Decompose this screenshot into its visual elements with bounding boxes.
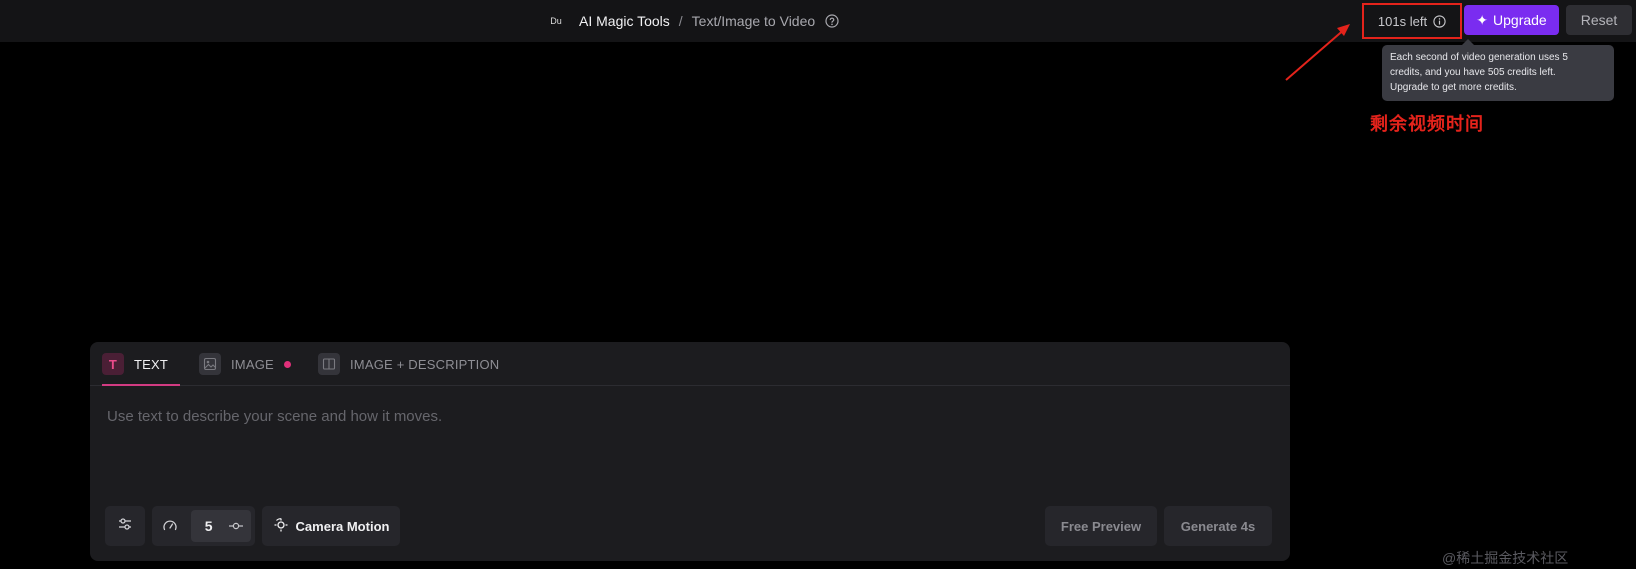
generate-button[interactable]: Generate 4s — [1164, 506, 1272, 546]
tab-image-description[interactable]: IMAGE + DESCRIPTION — [318, 342, 499, 386]
split-layout-icon — [318, 353, 340, 375]
tab-label: IMAGE — [231, 356, 274, 372]
tab-image[interactable]: IMAGE — [199, 342, 291, 386]
camera-motion-icon — [273, 517, 289, 536]
camera-motion-label: Camera Motion — [295, 518, 390, 534]
free-preview-button[interactable]: Free Preview — [1045, 506, 1157, 546]
speed-value: 5 — [204, 518, 213, 534]
app-logo: Du — [550, 16, 562, 26]
breadcrumb-current-page: Text/Image to Video — [691, 13, 816, 29]
sliders-icon — [117, 516, 133, 537]
slider-handle-icon[interactable] — [229, 518, 243, 534]
motion-speed-control: 5 — [152, 506, 255, 546]
breadcrumb-root-link[interactable]: AI Magic Tools — [579, 13, 670, 29]
prompt-input[interactable] — [107, 404, 1267, 428]
help-icon[interactable] — [825, 14, 839, 28]
watermark: @稀土掘金技术社区 — [1442, 550, 1569, 566]
tooltip-line: Upgrade to get more credits. — [1390, 82, 1517, 93]
tab-label: TEXT — [134, 356, 169, 372]
tab-text[interactable]: T TEXT — [102, 342, 168, 386]
mode-tabs: T TEXT IMAGE IMAGE + DESCRIPTION — [90, 342, 1290, 386]
breadcrumb: Du AI Magic Tools / Text/Image to Video — [547, 0, 839, 42]
tab-label: IMAGE + DESCRIPTION — [350, 356, 500, 372]
reset-button[interactable]: Reset — [1566, 5, 1632, 35]
prompt-panel: T TEXT IMAGE IMAGE + DESCRIPTION 5 — [90, 342, 1290, 561]
speedometer-icon[interactable] — [156, 511, 185, 541]
tooltip-line: Each second of video generation uses 5 — [1390, 52, 1568, 63]
credits-remaining[interactable]: 101s left — [1362, 3, 1462, 39]
annotation-label: 剩余视频时间 — [1370, 114, 1484, 134]
upgrade-button[interactable]: ✦ Upgrade — [1464, 5, 1559, 35]
credits-label: 101s left — [1377, 13, 1428, 29]
active-tab-indicator — [102, 384, 180, 386]
speed-value-input[interactable]: 5 — [190, 510, 251, 542]
top-bar: Du AI Magic Tools / Text/Image to Video … — [0, 0, 1636, 42]
breadcrumb-separator: / — [678, 13, 683, 29]
image-icon — [199, 353, 221, 375]
info-icon[interactable] — [1433, 14, 1446, 28]
upgrade-label: Upgrade — [1493, 12, 1547, 28]
tooltip-line: credits, and you have 505 credits left. — [1390, 67, 1556, 78]
settings-button[interactable] — [105, 506, 145, 546]
text-t-icon: T — [102, 353, 124, 375]
credits-tooltip: Each second of video generation uses 5 c… — [1382, 39, 1614, 101]
sparkle-icon: ✦ — [1476, 12, 1489, 28]
camera-motion-button[interactable]: Camera Motion — [262, 506, 400, 546]
notification-dot — [283, 360, 291, 368]
